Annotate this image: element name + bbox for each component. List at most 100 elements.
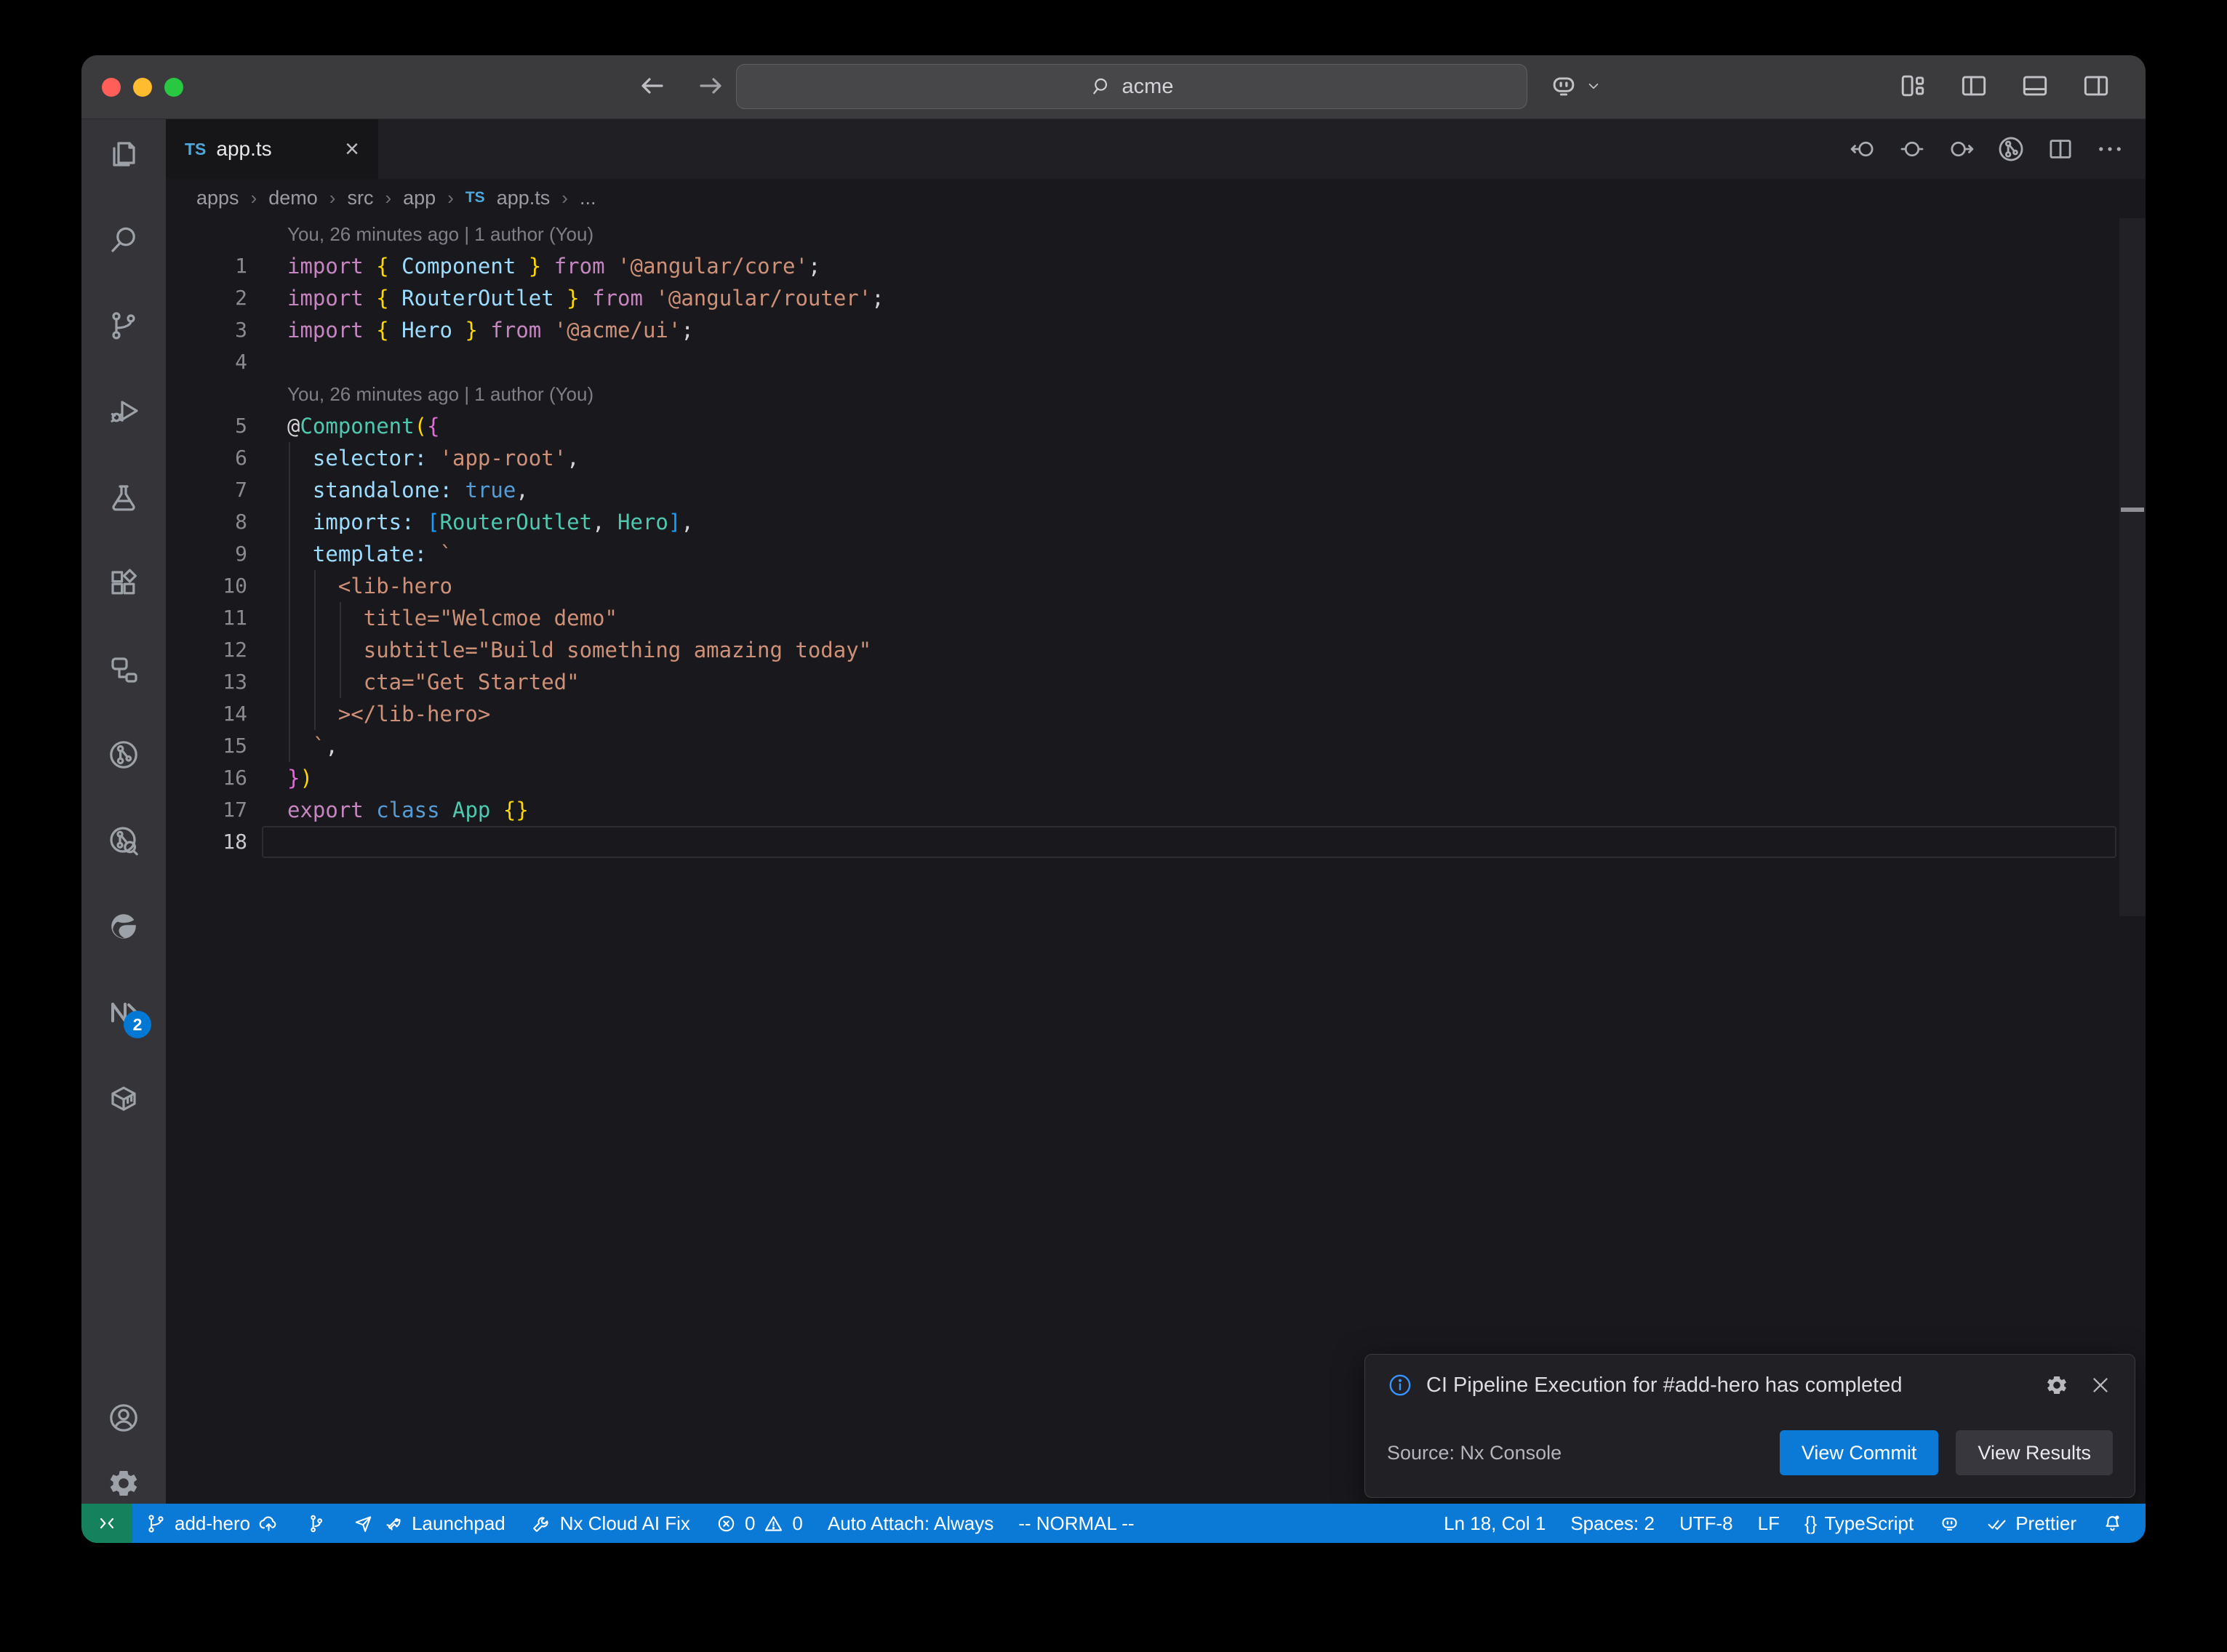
code-line[interactable]: 6 selector: 'app-root', — [166, 442, 2146, 474]
line-number: 1 — [166, 250, 247, 282]
nx-console-icon[interactable]: 2 — [106, 995, 141, 1030]
flowchart-view-icon[interactable] — [106, 651, 141, 686]
close-tab-icon[interactable]: × — [345, 137, 359, 161]
line-number: 13 — [166, 666, 247, 698]
status-nx-cloud-fix[interactable]: Nx Cloud AI Fix — [518, 1504, 703, 1543]
typescript-file-icon: TS — [185, 140, 206, 159]
nav-forward-commit-icon[interactable] — [1946, 134, 1977, 164]
tab-app-ts[interactable]: TS app.ts × — [166, 119, 378, 179]
maximize-window-button[interactable] — [164, 78, 183, 97]
code-line[interactable]: 9 template: ` — [166, 538, 2146, 570]
status-indentation[interactable]: Spaces: 2 — [1558, 1512, 1667, 1535]
send-icon — [352, 1512, 375, 1535]
breadcrumb-item[interactable]: app.ts — [497, 187, 551, 209]
split-editor-icon[interactable] — [2045, 134, 2076, 164]
edge-devtools-icon[interactable] — [106, 909, 141, 944]
view-results-button[interactable]: View Results — [1956, 1430, 2113, 1475]
tab-label: app.ts — [216, 137, 271, 161]
code-line[interactable]: 13 cta="Get Started" — [166, 666, 2146, 698]
gitlens-icon[interactable] — [106, 737, 141, 772]
containers-icon[interactable] — [106, 1080, 141, 1115]
more-actions-icon[interactable] — [2095, 134, 2125, 164]
wrench-icon — [530, 1512, 553, 1535]
breadcrumb-separator: › — [251, 187, 257, 209]
breadcrumb-item[interactable]: ... — [580, 187, 596, 209]
code-line[interactable]: 15 `, — [166, 730, 2146, 762]
gitlens-search-icon[interactable] — [106, 823, 141, 858]
notification-toast: CI Pipeline Execution for #add-hero has … — [1364, 1354, 2135, 1498]
status-auto-attach[interactable]: Auto Attach: Always — [815, 1504, 1006, 1543]
code-line[interactable]: 14 ></lib-hero> — [166, 698, 2146, 730]
status-vim-mode[interactable]: -- NORMAL -- — [1006, 1504, 1146, 1543]
run-debug-icon[interactable] — [106, 394, 141, 429]
testing-icon[interactable] — [106, 480, 141, 515]
code-line[interactable]: 5@Component({ — [166, 410, 2146, 442]
extensions-icon[interactable] — [106, 566, 141, 601]
search-view-icon[interactable] — [106, 222, 141, 257]
notification-settings-gear-icon[interactable] — [2044, 1373, 2069, 1398]
explorer-icon[interactable] — [106, 137, 141, 172]
status-formatter[interactable]: Prettier — [1973, 1512, 2089, 1535]
git-graph-icon — [305, 1512, 327, 1535]
breadcrumb-item[interactable]: app — [403, 187, 436, 209]
code-line[interactable]: 16}) — [166, 762, 2146, 794]
close-window-button[interactable] — [102, 78, 121, 97]
breadcrumb-separator: › — [561, 187, 568, 209]
status-git-graph[interactable] — [292, 1504, 340, 1543]
settings-gear-icon[interactable] — [106, 1466, 141, 1501]
status-notifications[interactable] — [2089, 1512, 2146, 1535]
back-icon[interactable] — [634, 68, 669, 103]
status-bar: add-hero Launchpad Nx Cloud AI Fix 0 0 A… — [81, 1504, 2146, 1543]
customize-layout-icon[interactable] — [1897, 70, 1929, 102]
code-line[interactable]: 4 — [166, 346, 2146, 378]
code-line[interactable]: 11 title="Welcmoe demo" — [166, 602, 2146, 634]
commit-graph-icon[interactable] — [1996, 134, 2026, 164]
breadcrumb-item[interactable]: demo — [268, 187, 318, 209]
code-line[interactable]: 2import { RouterOutlet } from '@angular/… — [166, 282, 2146, 314]
breadcrumb-item[interactable]: src — [347, 187, 373, 209]
status-problems[interactable]: 0 0 — [703, 1504, 815, 1543]
window-controls — [102, 78, 183, 97]
close-notification-icon[interactable] — [2088, 1373, 2113, 1398]
toggle-sidebar-left-icon[interactable] — [1958, 70, 1990, 102]
code-line[interactable]: 8 imports: [RouterOutlet, Hero], — [166, 506, 2146, 538]
accounts-icon[interactable] — [106, 1400, 141, 1435]
status-launchpad[interactable]: Launchpad — [340, 1504, 518, 1543]
chevron-down-icon[interactable] — [1584, 76, 1603, 95]
command-center-search[interactable]: acme — [736, 64, 1527, 109]
code-line[interactable]: 1import { Component } from '@angular/cor… — [166, 250, 2146, 282]
toggle-panel-icon[interactable] — [2019, 70, 2051, 102]
code-line[interactable]: 10 <lib-hero — [166, 570, 2146, 602]
breadcrumb-separator: › — [447, 187, 454, 209]
code-line[interactable]: 12 subtitle="Build something amazing tod… — [166, 634, 2146, 666]
status-eol[interactable]: LF — [1746, 1512, 1792, 1535]
remote-indicator[interactable] — [81, 1504, 132, 1543]
activity-bar: 2 — [81, 119, 166, 1520]
breadcrumb-item[interactable]: apps — [196, 187, 239, 209]
editor-scrollbar[interactable] — [2119, 217, 2146, 1520]
copilot-icon[interactable] — [1548, 70, 1580, 102]
scrollbar-slider[interactable] — [2119, 218, 2146, 916]
source-control-icon[interactable] — [106, 308, 141, 343]
publish-cloud-icon — [257, 1512, 280, 1535]
forward-icon[interactable] — [694, 68, 729, 103]
minimize-window-button[interactable] — [133, 78, 152, 97]
status-copilot[interactable] — [1926, 1512, 1973, 1535]
view-commit-button[interactable]: View Commit — [1780, 1430, 1939, 1475]
status-branch[interactable]: add-hero — [132, 1504, 292, 1543]
status-encoding[interactable]: UTF-8 — [1667, 1512, 1746, 1535]
braces-icon: {} — [1804, 1512, 1817, 1535]
code-line[interactable]: 17export class App {} — [166, 794, 2146, 826]
current-commit-icon[interactable] — [1897, 134, 1927, 164]
status-cursor-position[interactable]: Ln 18, Col 1 — [1431, 1512, 1558, 1535]
line-number: 2 — [166, 282, 247, 314]
line-number: 11 — [166, 602, 247, 634]
code-line[interactable]: 7 standalone: true, — [166, 474, 2146, 506]
nav-back-commit-icon[interactable] — [1847, 134, 1878, 164]
code-editor[interactable]: You, 26 minutes ago | 1 author (You)1imp… — [166, 217, 2146, 1520]
line-number: 14 — [166, 698, 247, 730]
status-language[interactable]: {} TypeScript — [1792, 1512, 1926, 1535]
code-line[interactable]: 18 — [166, 826, 2146, 858]
code-line[interactable]: 3import { Hero } from '@acme/ui'; — [166, 314, 2146, 346]
toggle-sidebar-right-icon[interactable] — [2080, 70, 2112, 102]
